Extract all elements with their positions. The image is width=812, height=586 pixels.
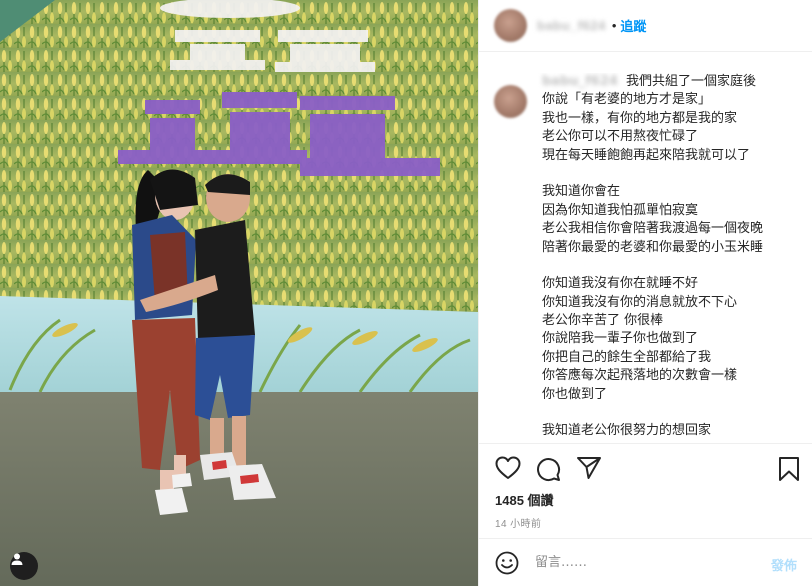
caption-line: 現在每天睡飽飽再起來陪我就可以了	[542, 147, 751, 163]
caption-line: 我知道老公你很努力的想回家	[542, 423, 712, 439]
likes-count[interactable]: 1485 個讚	[495, 490, 554, 509]
caption-username[interactable]: babu_f624	[542, 74, 618, 89]
post-photo[interactable]	[0, 0, 478, 586]
caption-line: 我知道你會在	[542, 184, 621, 200]
follow-button[interactable]: 追蹤	[620, 16, 646, 35]
caption-line: babu_f624 我們共組了一個家庭後	[542, 74, 756, 89]
caption-line: 你也做到了	[542, 386, 608, 402]
heart-icon[interactable]	[495, 456, 521, 480]
caption-line	[542, 404, 763, 422]
post-details-pane: babu_f624 • 追蹤 babu_f624 我們共組了一個家庭後 你說「有老…	[478, 0, 812, 586]
post-comment-button[interactable]: 發佈	[771, 555, 797, 574]
action-bar	[495, 456, 805, 482]
caption-line: 老公你可以不用熬夜忙碌了	[542, 129, 699, 145]
comment-bar: 發佈	[479, 539, 812, 586]
caption-line: 陪著你最愛的老婆和你最愛的小玉米睡	[542, 239, 764, 255]
separator-dot: •	[611, 18, 617, 33]
bookmark-icon[interactable]	[778, 456, 800, 482]
caption-text: babu_f624 我們共組了一個家庭後 你說「有老婆的地方才是家」 我也一樣，有…	[542, 73, 763, 441]
emoji-icon[interactable]	[495, 551, 519, 575]
caption-line: 因為你知道我怕孤單怕寂寞	[542, 202, 699, 218]
caption-line	[542, 257, 763, 275]
caption-line: 老公我相信你會陪著我渡過每一個夜晚	[542, 221, 764, 237]
avatar[interactable]	[494, 9, 527, 42]
caption-line: 你知道我沒有你在就睡不好	[542, 276, 699, 292]
caption-line: 你答應每次起飛落地的次數會一樣	[542, 368, 738, 384]
header-username[interactable]: babu_f624	[537, 18, 606, 33]
couple-kissing-photo	[0, 0, 478, 586]
caption-line	[542, 165, 763, 183]
share-icon[interactable]	[576, 456, 602, 480]
post-timestamp[interactable]: 14 小時前	[495, 515, 541, 530]
caption-line: 我也一樣，有你的地方都是我的家	[542, 110, 738, 126]
comment-icon[interactable]	[535, 456, 561, 482]
comment-input[interactable]	[535, 555, 735, 570]
caption-line: 你知道我沒有你的消息就放不下心	[542, 294, 738, 310]
caption-line: 你把自己的餘生全部都給了我	[542, 349, 712, 365]
divider	[479, 443, 812, 444]
caption-row: babu_f624 我們共組了一個家庭後 你說「有老婆的地方才是家」 我也一樣，有…	[494, 73, 801, 441]
caption-line: 你說「有老婆的地方才是家」	[542, 92, 712, 108]
caption-line: 老公你辛苦了 你很棒	[542, 313, 664, 329]
caption-avatar[interactable]	[494, 85, 527, 118]
tagged-users-button[interactable]	[10, 552, 38, 580]
person-icon	[11, 553, 23, 565]
post-header: babu_f624 • 追蹤	[479, 0, 812, 52]
caption-line: 你說陪我一輩子你也做到了	[542, 331, 699, 347]
caption-area[interactable]: babu_f624 我們共組了一個家庭後 你說「有老婆的地方才是家」 我也一樣，有…	[479, 73, 812, 441]
